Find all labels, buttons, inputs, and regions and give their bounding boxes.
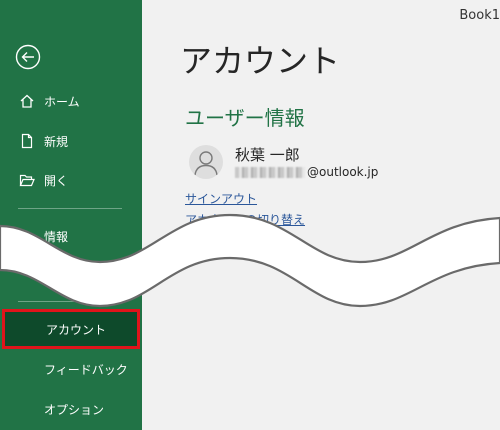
sidebar-item-label: 閉じる [44,264,81,279]
sidebar-item-new[interactable]: 新規 [0,123,142,159]
redacted-email-prefix [235,166,305,178]
sidebar-item-close[interactable]: 閉じる [0,253,142,289]
user-name: 秋葉 一郎 [235,146,300,164]
new-document-icon [19,133,35,149]
sidebar-item-label: ホーム [44,94,80,109]
user-icon [194,151,218,176]
avatar [189,145,223,179]
sidebar-divider [18,208,122,209]
sidebar-item-home[interactable]: ホーム [0,83,142,119]
backstage-sidebar: ホーム 新規 開く 情報 閉じる アカウント フィードバック オプション [0,0,142,430]
sidebar-item-open[interactable]: 開く [0,162,142,198]
sign-out-link[interactable]: サインアウト [185,190,257,207]
document-title: Book1 [459,8,500,23]
sidebar-item-label: 開く [44,173,69,188]
sidebar-item-feedback[interactable]: フィードバック [0,351,142,387]
home-icon [19,93,35,109]
sidebar-item-label: フィードバック [44,362,128,377]
sidebar-item-label: 新規 [44,134,69,149]
sidebar-item-options[interactable]: オプション [0,391,142,427]
page-title: アカウント [180,42,341,80]
switch-account-link[interactable]: アカウントの切り替え [185,211,305,228]
account-pane: Book1 アカウント ユーザー情報 秋葉 一郎 @outlook.jp サイン… [142,0,500,430]
sidebar-item-label: アカウント [46,322,107,337]
sidebar-divider [18,301,122,302]
sidebar-item-label: 情報 [44,229,69,244]
sidebar-item-account[interactable]: アカウント [2,309,140,349]
open-folder-icon [19,172,35,188]
sidebar-item-label: オプション [44,402,105,417]
user-email: @outlook.jp [235,165,378,179]
email-domain: @outlook.jp [307,165,379,179]
sidebar-item-info[interactable]: 情報 [0,218,142,254]
user-info-heading: ユーザー情報 [185,106,305,130]
back-arrow-icon[interactable] [15,44,41,70]
